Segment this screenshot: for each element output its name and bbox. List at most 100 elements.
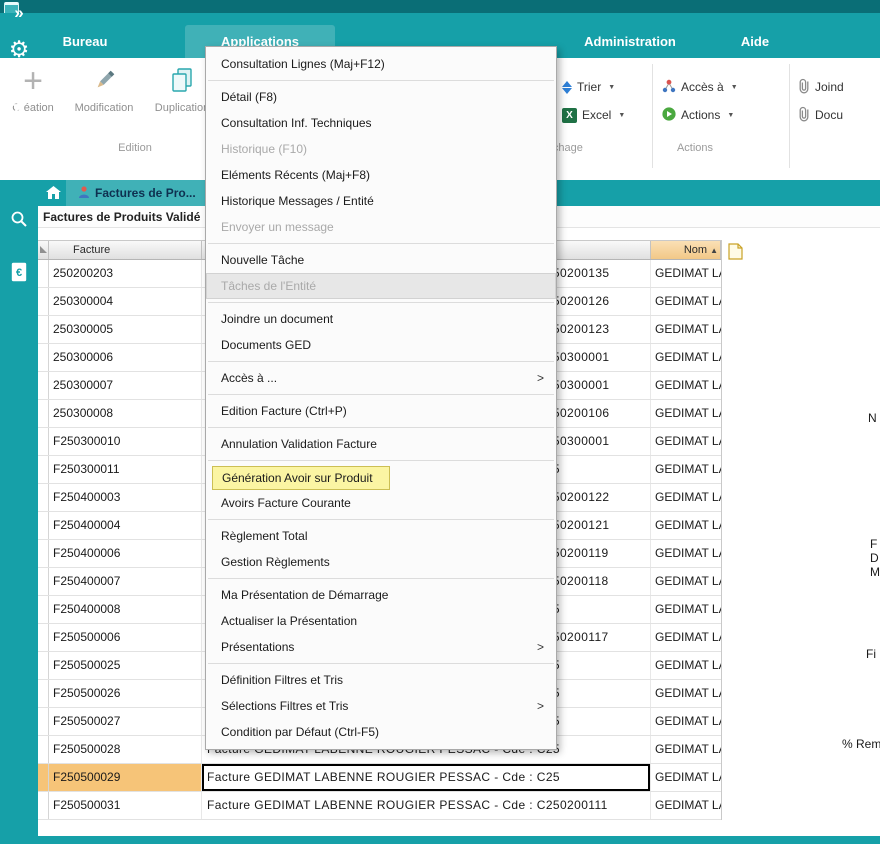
row-selector[interactable] — [38, 708, 49, 735]
menubar-tab-administration[interactable]: Administration — [555, 25, 705, 58]
menu-item[interactable]: Annulation Validation Facture — [206, 431, 556, 457]
acces-a-button[interactable]: Accès à ▼ — [662, 76, 738, 98]
actions-button[interactable]: Actions ▼ — [662, 104, 734, 126]
row-selector[interactable] — [38, 344, 49, 371]
cell-nom[interactable]: GEDIMAT LABENNE — [651, 260, 721, 287]
cell-libelle[interactable]: Facture GEDIMAT LABENNE ROUGIER PESSAC -… — [202, 764, 651, 791]
cell-nom[interactable]: GEDIMAT LABENNE — [651, 568, 721, 595]
cell-libelle[interactable]: Facture GEDIMAT LABENNE ROUGIER PESSAC -… — [202, 792, 651, 819]
row-selector[interactable] — [38, 400, 49, 427]
menubar-tab-aide[interactable]: Aide — [715, 25, 795, 58]
collapse-chevrons-icon[interactable]: » — [0, 0, 38, 26]
cell-facture[interactable]: F250500028 — [49, 736, 202, 763]
cell-nom[interactable]: GEDIMAT LABENNE — [651, 344, 721, 371]
menu-item[interactable]: Actualiser la Présentation — [206, 608, 556, 634]
column-header-facture[interactable]: Facture — [49, 241, 202, 259]
gear-icon[interactable]: ⚙ — [0, 36, 38, 63]
cell-facture[interactable]: 250200203 — [49, 260, 202, 287]
note-page-icon[interactable] — [728, 243, 743, 265]
cell-facture[interactable]: 250300005 — [49, 316, 202, 343]
cell-nom[interactable]: GEDIMAT LABENNE — [651, 596, 721, 623]
row-selector[interactable] — [38, 456, 49, 483]
menu-item[interactable]: Gestion Règlements — [206, 549, 556, 575]
menu-item[interactable]: Accès à ... — [206, 365, 556, 391]
menu-item[interactable]: Avoirs Facture Courante — [206, 490, 556, 516]
row-selector[interactable] — [38, 512, 49, 539]
menubar-tab-bureau[interactable]: Bureau — [45, 25, 125, 58]
row-selector[interactable] — [38, 624, 49, 651]
table-row[interactable]: F250500031Facture GEDIMAT LABENNE ROUGIE… — [38, 792, 721, 820]
cell-facture[interactable]: F250500026 — [49, 680, 202, 707]
row-selector[interactable] — [38, 764, 49, 791]
menu-item[interactable]: Consultation Inf. Techniques — [206, 110, 556, 136]
cell-nom[interactable]: GEDIMAT LABENNE — [651, 680, 721, 707]
cell-nom[interactable]: GEDIMAT LABENNE — [651, 456, 721, 483]
row-selector[interactable] — [38, 652, 49, 679]
menu-item[interactable]: Condition par Défaut (Ctrl-F5) — [206, 719, 556, 745]
star-icon[interactable]: ★ — [0, 94, 38, 119]
cell-nom[interactable]: GEDIMAT LABENNE — [651, 624, 721, 651]
monitor-icon[interactable] — [0, 152, 38, 174]
cell-facture[interactable]: F250500031 — [49, 792, 202, 819]
cell-facture[interactable]: F250500029 — [49, 764, 202, 791]
cell-nom[interactable]: GEDIMAT LABENNE — [651, 540, 721, 567]
cell-facture[interactable]: F250500027 — [49, 708, 202, 735]
cell-facture[interactable]: F250400007 — [49, 568, 202, 595]
cell-facture[interactable]: 250300004 — [49, 288, 202, 315]
row-selector[interactable] — [38, 372, 49, 399]
cell-facture[interactable]: F250400004 — [49, 512, 202, 539]
cell-nom[interactable]: GEDIMAT LABENNE — [651, 708, 721, 735]
cell-nom[interactable]: GEDIMAT LABENNE — [651, 316, 721, 343]
row-selector[interactable] — [38, 792, 49, 819]
cell-nom[interactable]: GEDIMAT LABENNE — [651, 484, 721, 511]
cell-nom[interactable]: GEDIMAT LABENNE — [651, 736, 721, 763]
cell-nom[interactable]: GEDIMAT LABENNE — [651, 652, 721, 679]
invoice-euro-icon[interactable]: € — [0, 262, 38, 287]
menu-item[interactable]: Présentations — [206, 634, 556, 660]
excel-button[interactable]: X Excel ▼ — [562, 104, 625, 126]
menu-item[interactable]: Règlement Total — [206, 523, 556, 549]
cell-facture[interactable]: F250400003 — [49, 484, 202, 511]
row-selector[interactable] — [38, 484, 49, 511]
modification-button[interactable]: Modification — [66, 60, 142, 114]
row-selector[interactable] — [38, 736, 49, 763]
row-selector[interactable] — [38, 540, 49, 567]
joindre-button[interactable]: Joind — [797, 76, 844, 98]
cell-nom[interactable]: GEDIMAT LABENNE — [651, 764, 721, 791]
cell-nom[interactable]: GEDIMAT LABENNE — [651, 372, 721, 399]
cell-facture[interactable]: F250300011 — [49, 456, 202, 483]
menu-item[interactable]: Nouvelle Tâche — [206, 247, 556, 273]
row-selector[interactable] — [38, 428, 49, 455]
documents-button[interactable]: Docu — [797, 104, 843, 126]
cell-facture[interactable]: F250400006 — [49, 540, 202, 567]
column-header-nom[interactable]: Nom ▲ — [651, 241, 721, 259]
menu-item[interactable]: Ma Présentation de Démarrage — [206, 582, 556, 608]
tab-factures-de-produits[interactable]: Factures de Pro... — [66, 180, 208, 206]
menu-item[interactable]: Définition Filtres et Tris — [206, 667, 556, 693]
menu-item[interactable]: Détail (F8) — [206, 84, 556, 110]
menu-item[interactable]: Joindre un document — [206, 306, 556, 332]
row-selector[interactable] — [38, 568, 49, 595]
cell-facture[interactable]: F250500006 — [49, 624, 202, 651]
menu-item[interactable]: Edition Facture (Ctrl+P) — [206, 398, 556, 424]
menu-item[interactable]: Génération Avoir sur Produit — [206, 464, 556, 490]
cell-facture[interactable]: 250300007 — [49, 372, 202, 399]
row-selector[interactable] — [38, 288, 49, 315]
cell-nom[interactable]: GEDIMAT LABENNE — [651, 288, 721, 315]
home-icon[interactable] — [46, 186, 61, 204]
cell-nom[interactable]: GEDIMAT LABENNE — [651, 400, 721, 427]
row-selector[interactable] — [38, 260, 49, 287]
search-icon[interactable] — [0, 210, 38, 233]
menu-item[interactable]: Eléments Récents (Maj+F8) — [206, 162, 556, 188]
cell-facture[interactable]: 250300008 — [49, 400, 202, 427]
row-selector[interactable] — [38, 316, 49, 343]
menu-item[interactable]: Historique Messages / Entité — [206, 188, 556, 214]
table-row[interactable]: F250500029Facture GEDIMAT LABENNE ROUGIE… — [38, 764, 721, 792]
cell-facture[interactable]: F250400008 — [49, 596, 202, 623]
row-selector[interactable] — [38, 596, 49, 623]
cell-nom[interactable]: GEDIMAT LABENNE — [651, 428, 721, 455]
trier-button[interactable]: Trier ▼ — [562, 76, 615, 98]
cell-facture[interactable]: F250300010 — [49, 428, 202, 455]
cell-facture[interactable]: 250300006 — [49, 344, 202, 371]
menu-item[interactable]: Consultation Lignes (Maj+F12) — [206, 51, 556, 77]
